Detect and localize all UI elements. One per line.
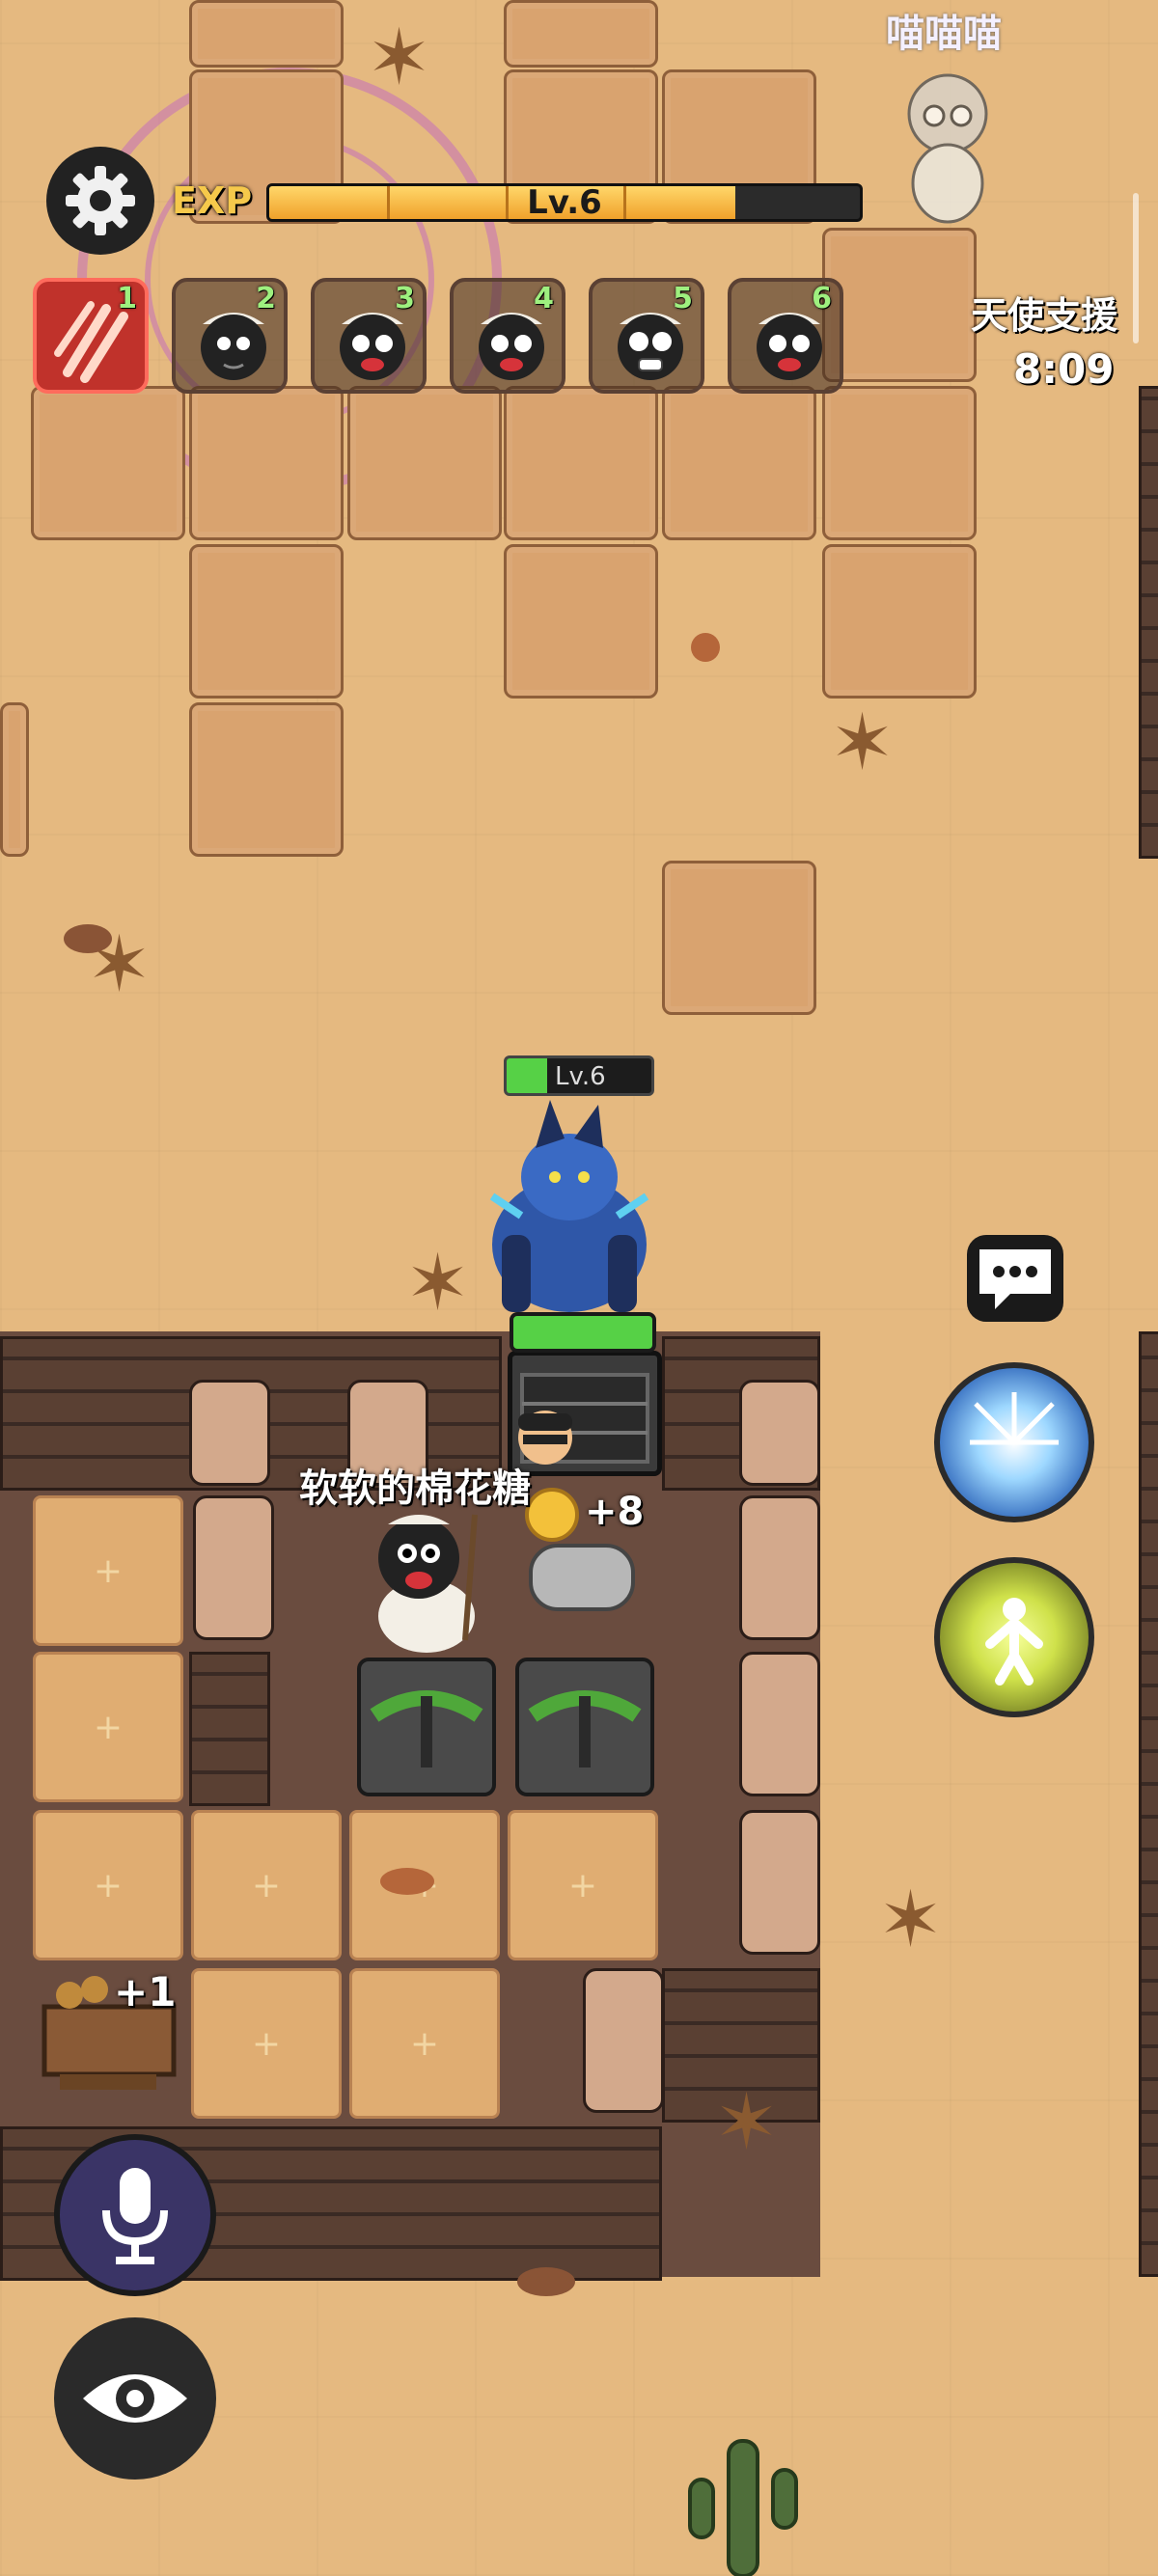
skill-slot-number: 4 <box>534 282 554 315</box>
sand-tile <box>189 386 344 540</box>
wall-pillar <box>739 1495 820 1640</box>
skill-slot-2[interactable]: 2 <box>172 278 288 394</box>
pebble <box>517 2267 575 2296</box>
sand-tile <box>504 386 658 540</box>
player-name-label: 软软的棉花糖 <box>299 1466 531 1511</box>
skill-slot-number: 6 <box>812 282 832 315</box>
lightning-skill-button[interactable] <box>934 1362 1094 1522</box>
build-slot[interactable]: + <box>33 1810 183 1960</box>
voice-button[interactable] <box>54 2134 216 2296</box>
stone-wall <box>1139 386 1158 859</box>
chat-button[interactable] <box>967 1235 1063 1322</box>
pebble <box>691 633 720 662</box>
sand-tile <box>189 0 344 68</box>
sand-tile <box>347 386 502 540</box>
microphone-icon <box>102 2168 168 2264</box>
build-slot[interactable]: + <box>33 1495 183 1646</box>
build-slot[interactable]: + <box>33 1652 183 1802</box>
monster-hp-fill <box>507 1058 547 1093</box>
eye-icon <box>83 2374 187 2423</box>
exp-bar: Lv.6 <box>266 183 863 222</box>
cactus <box>676 2431 811 2576</box>
angel-support-title: 天使支援 <box>971 294 1118 337</box>
wall-pillar <box>583 1968 664 2113</box>
fortress-wall <box>189 1652 270 1806</box>
view-button[interactable] <box>54 2317 216 2480</box>
dry-bush: ✶ <box>405 1238 471 1328</box>
gold-coin-icon <box>525 1488 579 1542</box>
monster-level-bar: Lv.6 <box>504 1055 654 1096</box>
stone-pile <box>529 1544 635 1611</box>
dry-bush: ✶ <box>367 13 432 102</box>
scrollbar[interactable] <box>1133 193 1139 343</box>
sand-tile <box>189 702 344 857</box>
sand-tile <box>189 544 344 699</box>
dry-bush: ✶ <box>878 1875 944 1964</box>
skill-slot-number: 1 <box>117 282 137 315</box>
power-skill-button[interactable] <box>934 1557 1094 1717</box>
skill-slot-1[interactable]: 1 <box>33 278 149 394</box>
dry-bush: ✶ <box>714 2077 780 2167</box>
ally-name-label: 喵喵喵 <box>886 12 1002 56</box>
chat-bubble-icon <box>979 1249 1051 1309</box>
build-slot[interactable]: + <box>349 1968 500 2119</box>
player-sheep[interactable] <box>359 1505 494 1659</box>
crossbow-turret[interactable] <box>515 1658 654 1796</box>
skill-slot-number: 3 <box>395 282 415 315</box>
dry-bush: ✶ <box>830 698 896 787</box>
sand-tile <box>31 386 185 540</box>
skill-slot-6[interactable]: 6 <box>728 278 843 394</box>
level-text: Lv.6 <box>527 183 602 222</box>
gold-gain-text: +8 <box>585 1490 645 1534</box>
skill-slot-5[interactable]: 5 <box>589 278 704 394</box>
build-slot[interactable]: + <box>191 1968 342 2119</box>
pebble <box>64 924 112 953</box>
wall-pillar <box>739 1380 820 1486</box>
resource-gain-text: +1 <box>114 1968 177 2015</box>
sand-tile <box>504 544 658 699</box>
sand-tile <box>822 228 977 382</box>
build-slot[interactable]: + <box>508 1810 658 1960</box>
stone-wall <box>1139 1331 1158 2277</box>
skill-slot-4[interactable]: 4 <box>450 278 565 394</box>
werewolf-monster[interactable] <box>454 1100 685 1331</box>
angel-support-timer: 8:09 <box>1013 345 1115 393</box>
exp-label: EXP <box>172 179 253 222</box>
sand-tile <box>662 386 816 540</box>
wall-pillar <box>189 1380 270 1486</box>
sand-tile <box>504 0 658 68</box>
sand-tile <box>822 544 977 699</box>
monster-level-label: Lv.6 <box>555 1062 606 1091</box>
build-slot[interactable]: + <box>191 1810 342 1960</box>
sand-tile <box>822 386 977 540</box>
wall-pillar <box>739 1652 820 1796</box>
gear-icon <box>66 166 135 235</box>
sand-tile <box>0 702 29 857</box>
settings-button[interactable] <box>46 147 154 255</box>
skill-slot-3[interactable]: 3 <box>311 278 427 394</box>
sand-tile <box>662 861 816 1015</box>
skill-slot-number: 5 <box>673 282 693 315</box>
crossbow-turret[interactable] <box>357 1658 496 1796</box>
power-aura-icon <box>985 1598 1043 1685</box>
wall-pillar <box>739 1810 820 1955</box>
game-stage: + + + + + + + + Lv.6 +8 <box>0 0 1158 2576</box>
ally-sheep[interactable] <box>892 58 1004 228</box>
wall-pillar <box>193 1495 274 1640</box>
pebble <box>380 1868 434 1895</box>
lightning-burst-icon <box>970 1392 1059 1445</box>
skill-slot-number: 2 <box>256 282 276 315</box>
